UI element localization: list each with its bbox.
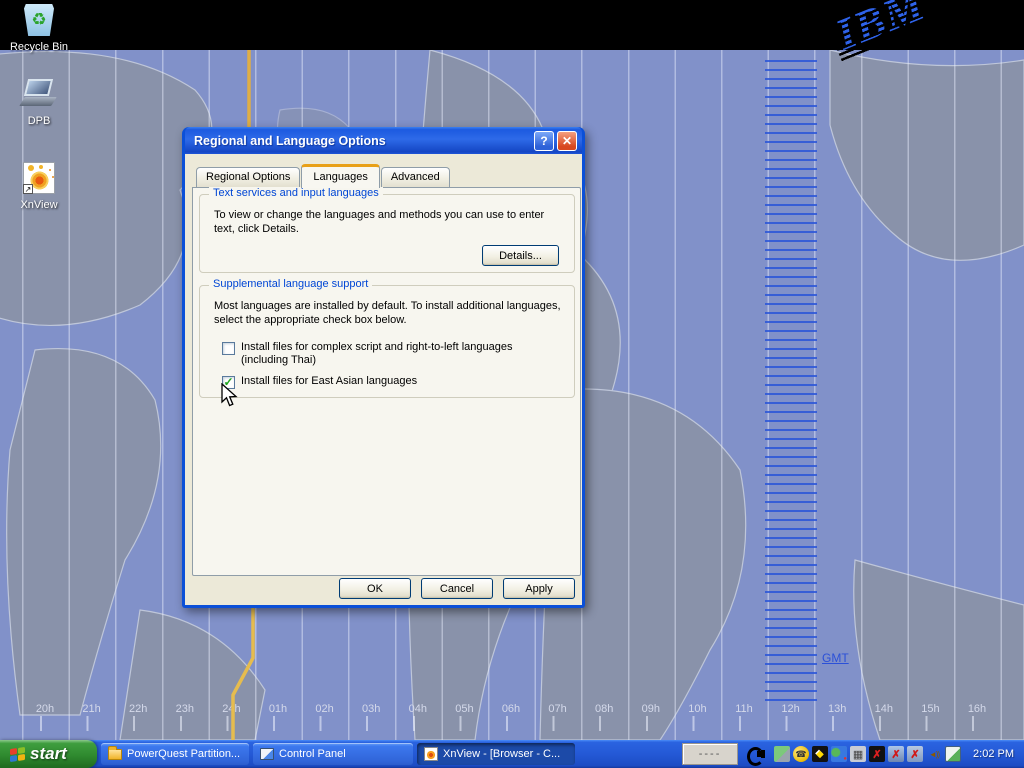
groupbox-legend: Supplemental language support — [209, 278, 372, 290]
display-settings-icon[interactable] — [945, 746, 961, 762]
taskbar-item-control-panel[interactable]: Control Panel — [253, 743, 413, 765]
unchecked-checkbox[interactable] — [222, 342, 235, 355]
dpb-laptop-icon[interactable]: DPB — [4, 78, 74, 127]
taskbar-item-xnview[interactable]: XnView - [Browser - C... — [417, 743, 575, 765]
ok-button[interactable]: OK — [339, 578, 411, 599]
messenger-offline-icon[interactable] — [831, 746, 847, 762]
languages-tab-page: Text services and input languages To vie… — [192, 187, 581, 576]
tab-regional-options[interactable]: Regional Options — [196, 167, 300, 187]
recycle-bin-icon[interactable]: ♻ Recycle Bin — [4, 4, 74, 53]
usb-device-icon[interactable] — [774, 746, 790, 762]
wireless-error-icon[interactable] — [907, 746, 923, 762]
apply-button[interactable]: Apply — [503, 578, 575, 599]
dialog-body: Regional Options Languages Advanced Text… — [185, 154, 582, 605]
system-tray — [774, 746, 961, 762]
help-button[interactable]: ? — [534, 131, 554, 151]
dialog-title: Regional and Language Options — [194, 134, 531, 148]
checkbox-row: ✓Install files for East Asian languages — [222, 375, 561, 389]
folder-icon — [108, 749, 122, 760]
desktop: IBM GMT 20h21h22h23h24h01h02h03h04h05h06… — [0, 0, 1024, 768]
groupbox-legend: Text services and input languages — [209, 187, 383, 199]
details-button[interactable]: Details... — [482, 245, 559, 266]
taskbar-item-powerquest[interactable]: PowerQuest Partition... — [101, 743, 249, 765]
cancel-button[interactable]: Cancel — [421, 578, 493, 599]
mouse-cursor — [220, 383, 242, 409]
windows-flag-icon — [10, 746, 25, 761]
tab-strip: Regional Options Languages Advanced — [196, 164, 451, 187]
power-plug-icon[interactable] — [746, 746, 766, 762]
start-button[interactable]: start — [0, 740, 97, 768]
shortcut-arrow-icon: ↗ — [23, 184, 33, 194]
taskbar-clock[interactable]: 2:02 PM — [973, 748, 1014, 760]
volume-icon[interactable] — [926, 746, 942, 762]
start-label: start — [30, 744, 67, 764]
xnview-icon — [424, 747, 438, 761]
checkbox-label: Install files for East Asian languages — [241, 375, 561, 389]
signal-error-icon[interactable] — [869, 746, 885, 762]
control-panel-icon — [260, 748, 274, 760]
phone-agent-icon[interactable] — [793, 746, 809, 762]
recycle-bin-glyph: ♻ — [24, 4, 54, 36]
checkbox-row: Install files for complex script and rig… — [222, 341, 561, 367]
groupbox-description: Most languages are installed by default.… — [214, 299, 566, 327]
regional-language-options-dialog: Regional and Language Options ? ✕ Region… — [182, 127, 585, 608]
display-error-icon[interactable] — [888, 746, 904, 762]
tab-languages[interactable]: Languages — [301, 164, 379, 188]
text-services-groupbox: Text services and input languages To vie… — [199, 194, 575, 273]
dialog-titlebar[interactable]: Regional and Language Options ? ✕ — [185, 127, 582, 154]
supplemental-groupbox: Supplemental language support Most langu… — [199, 285, 575, 398]
diskeeper-icon[interactable] — [812, 746, 828, 762]
icon-label: XnView — [4, 199, 74, 211]
icon-label: DPB — [4, 115, 74, 127]
checkbox-label: Install files for complex script and rig… — [241, 341, 561, 367]
laptop-glyph — [21, 78, 57, 112]
dialog-button-row: OK Cancel Apply — [339, 578, 575, 599]
xnview-glyph: ↗ — [21, 162, 57, 196]
network-computers-icon[interactable] — [850, 746, 866, 762]
groupbox-description: To view or change the languages and meth… — [214, 208, 566, 236]
tab-advanced[interactable]: Advanced — [381, 167, 450, 187]
close-button[interactable]: ✕ — [557, 131, 577, 151]
xnview-shortcut-icon[interactable]: ↗ XnView — [4, 162, 74, 211]
icon-label: Recycle Bin — [4, 41, 74, 53]
language-band[interactable]: ---- — [682, 743, 738, 765]
taskbar: start PowerQuest Partition... Control Pa… — [0, 740, 1024, 768]
